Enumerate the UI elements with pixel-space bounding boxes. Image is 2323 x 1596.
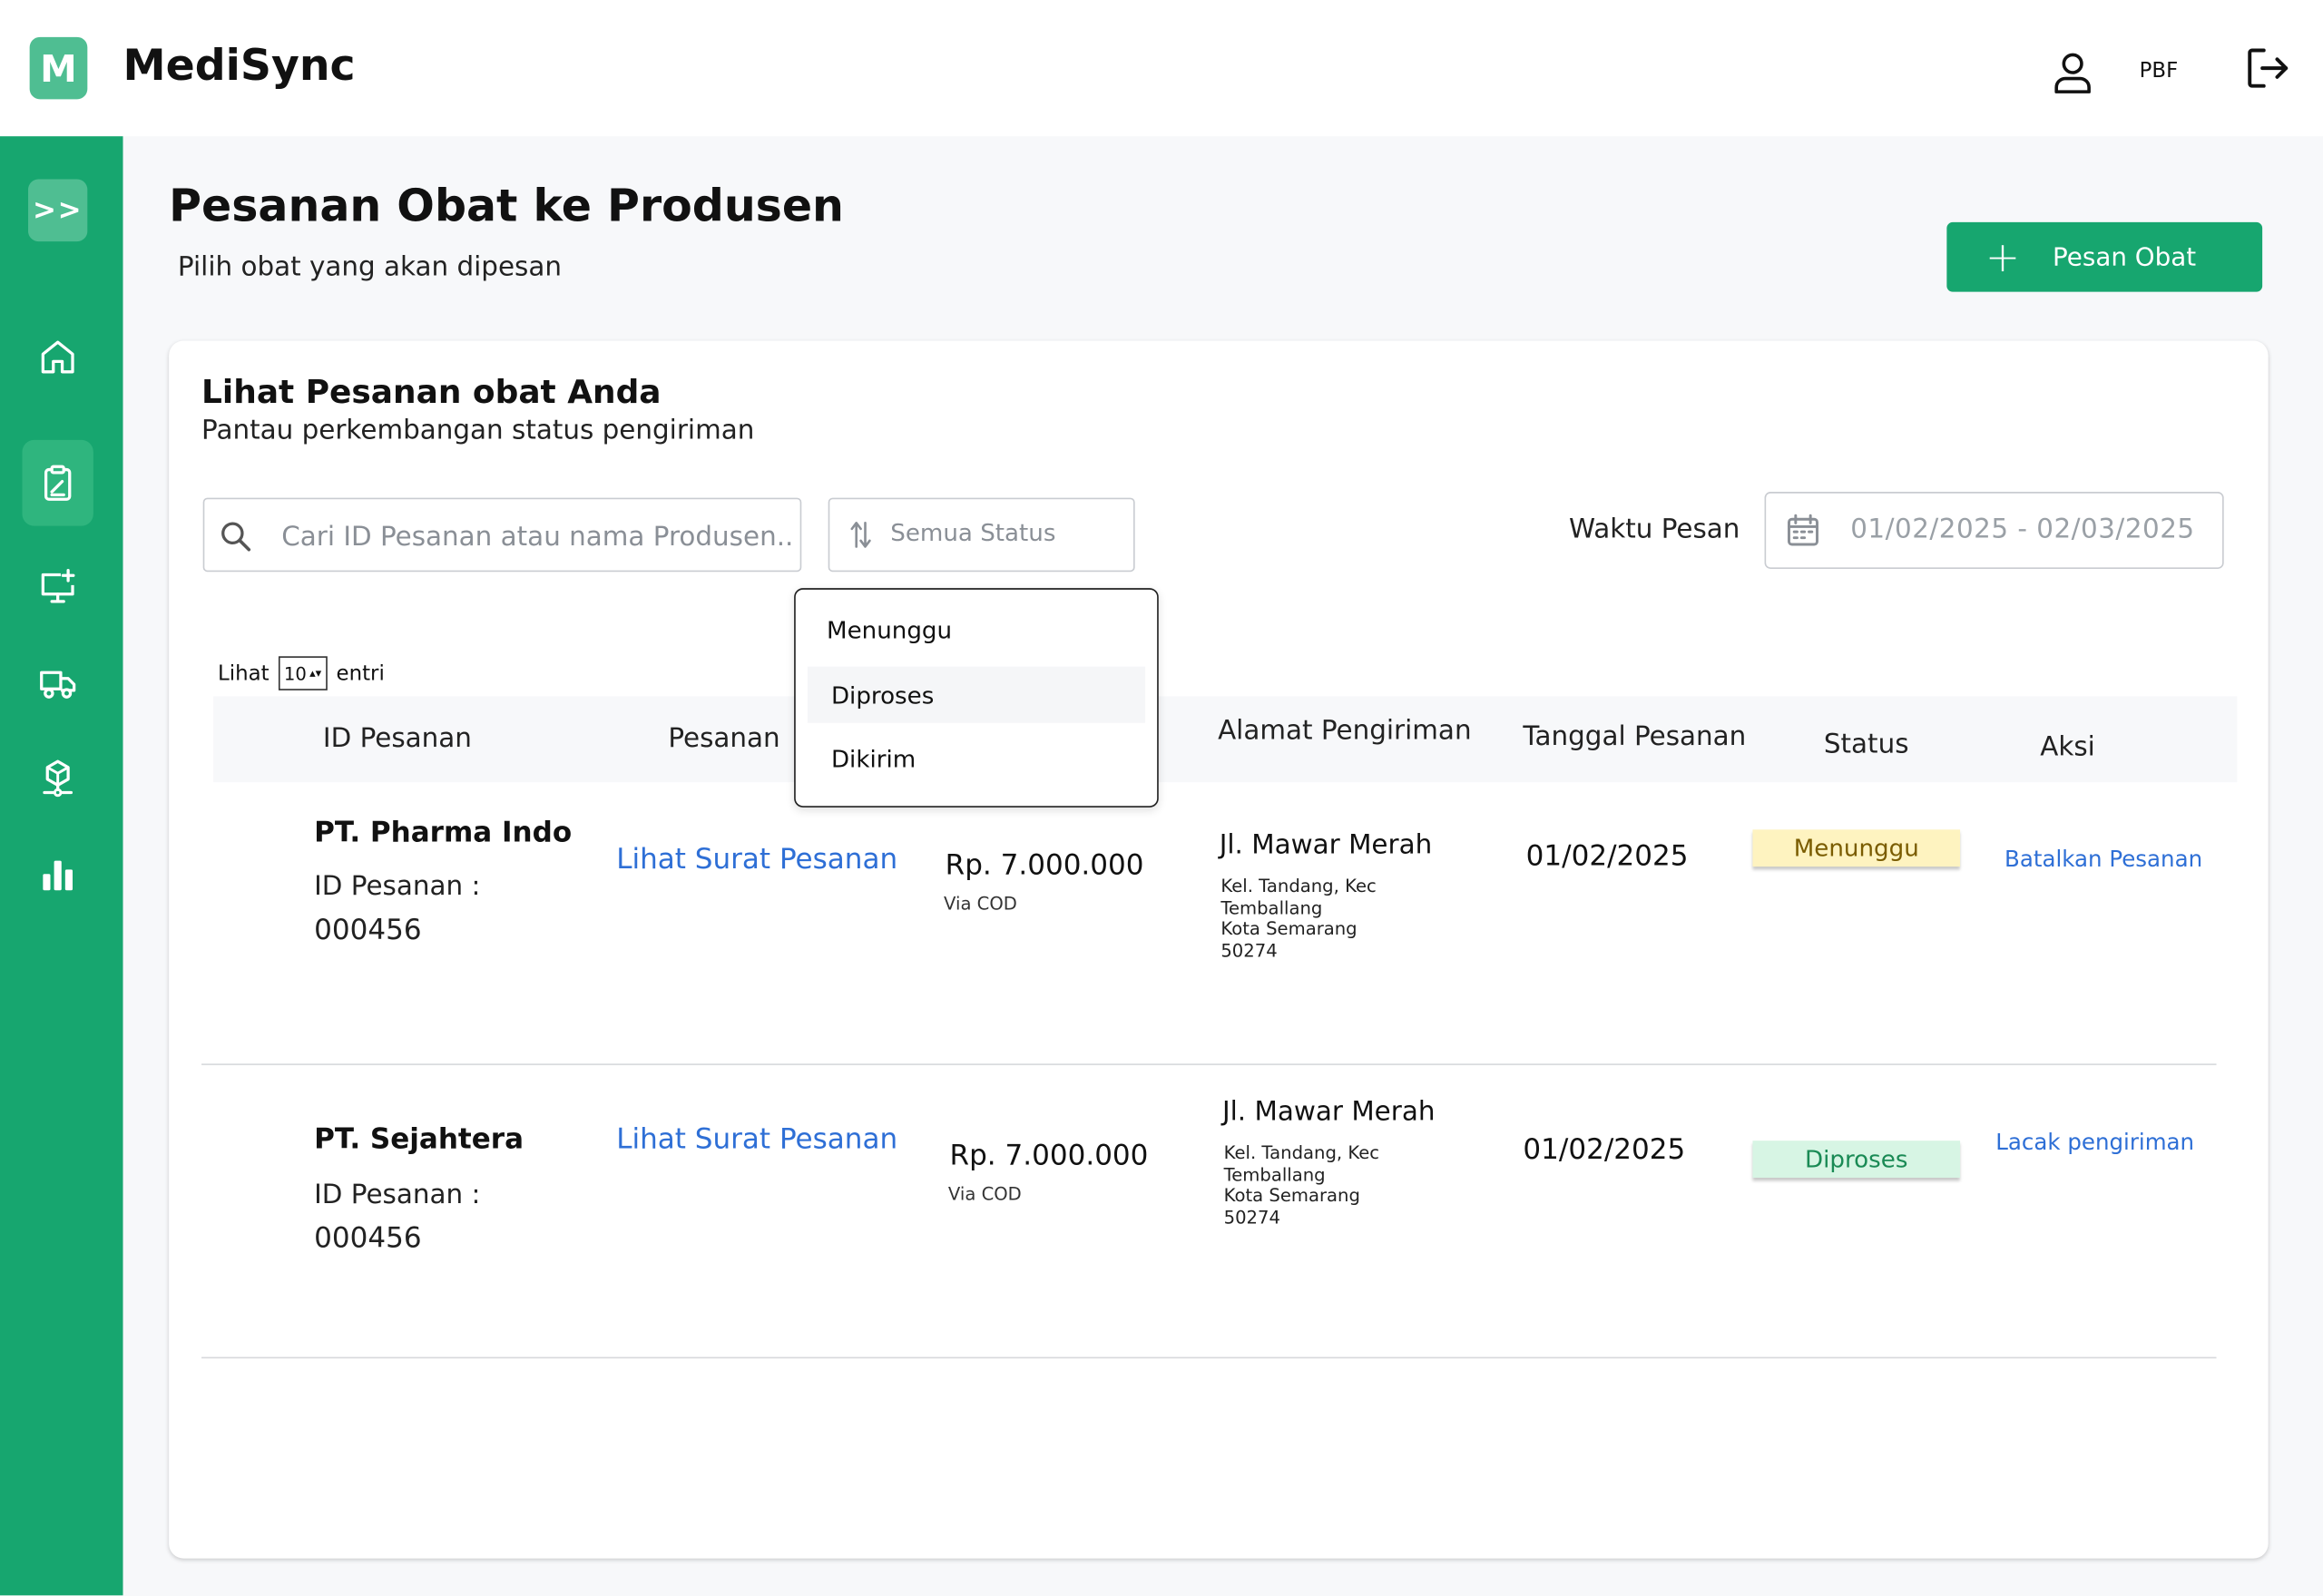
- header-address: Alamat Pengiriman: [1218, 715, 1472, 747]
- card-title: Lihat Pesanan obat Anda: [201, 375, 662, 412]
- header-status: Status: [1823, 729, 1909, 760]
- page: M MediSync PBF >> Pesanan Obat ke Produs…: [0, 0, 2323, 1596]
- entries-prefix: Lihat: [218, 661, 270, 686]
- page-title: Pesanan Obat ke Produsen: [169, 181, 844, 233]
- date-range-picker[interactable]: 01/02/2025 - 02/03/2025: [1764, 492, 2224, 569]
- row-id-label: ID Pesanan :: [314, 871, 481, 903]
- row-address: Kel. Tandang, Kec Temballang Kota Semara…: [1224, 1142, 1379, 1229]
- row-price: Rp. 7.000.000: [945, 848, 1144, 882]
- truck-icon: [40, 671, 76, 699]
- row-street: Jl. Mawar Merah: [1219, 829, 1433, 861]
- app-name: MediSync: [123, 40, 356, 91]
- table-header: ID Pesanan Pesanan Alamat Pengiriman Tan…: [213, 696, 2238, 783]
- row-company: PT. Pharma Indo: [314, 816, 573, 849]
- sidebar-item-products[interactable]: [22, 735, 93, 821]
- entries-value: 10: [283, 662, 307, 684]
- status-filter-value: Semua Status: [890, 518, 1056, 547]
- sidebar-toggle-button[interactable]: >>: [28, 179, 88, 242]
- header-date: Tanggal Pesanan: [1523, 721, 1747, 753]
- clipboard-icon: [44, 465, 72, 501]
- order-medicine-button[interactable]: + Pesan Obat: [1946, 221, 2263, 292]
- monitor-plus-icon: [41, 568, 75, 603]
- user-icon[interactable]: [2053, 52, 2092, 93]
- row-id: 000456: [314, 1221, 422, 1255]
- address-line: Kota Semarang: [1220, 918, 1358, 940]
- calendar-icon: [1788, 514, 1818, 546]
- search-icon: [221, 522, 251, 552]
- row-price: Rp. 7.000.000: [949, 1139, 1149, 1172]
- date-range-value: 01/02/2025 - 02/03/2025: [1850, 514, 2195, 545]
- row-date: 01/02/2025: [1525, 839, 1689, 873]
- row-date: 01/02/2025: [1523, 1133, 1686, 1166]
- sidebar-item-orders[interactable]: [22, 439, 93, 526]
- row-divider: [201, 1356, 2217, 1359]
- status-badge: Diproses: [1752, 1141, 1961, 1178]
- date-range-label: Waktu Pesan: [1569, 514, 1740, 545]
- sidebar: >>: [0, 136, 123, 1596]
- address-line: Kel. Tandang, Kec: [1220, 875, 1377, 896]
- row-company: PT. Sejahtera: [314, 1122, 524, 1156]
- sidebar-item-reports[interactable]: [22, 831, 93, 917]
- logout-icon[interactable]: [2246, 46, 2290, 91]
- entries-select[interactable]: 10 ▴▾: [278, 656, 328, 690]
- card-subtitle: Pantau perkembangan status pengiriman: [201, 415, 755, 446]
- row-id-label: ID Pesanan :: [314, 1179, 481, 1210]
- header-order: Pesanan: [668, 722, 780, 755]
- entries-control: Lihat 10 ▴▾ entri: [218, 656, 385, 690]
- app-logo: M: [29, 36, 88, 100]
- top-bar: M MediSync PBF: [0, 0, 2323, 137]
- sidebar-item-home[interactable]: [22, 314, 93, 400]
- row-order-link[interactable]: Lihat Surat Pesanan: [616, 843, 897, 876]
- page-subtitle: Pilih obat yang akan dipesan: [177, 251, 562, 283]
- address-line: 50274: [1220, 940, 1278, 962]
- status-option-diproses[interactable]: Diproses: [807, 666, 1146, 723]
- entries-suffix: entri: [336, 661, 385, 686]
- status-option-dikirim[interactable]: Dikirim: [808, 730, 1145, 787]
- row-id: 000456: [314, 914, 422, 947]
- plus-icon: +: [1985, 231, 2021, 281]
- row-payment: Via COD: [947, 1183, 1022, 1205]
- search-input[interactable]: [278, 514, 796, 559]
- sidebar-item-monitor-add[interactable]: [22, 543, 93, 630]
- header-action: Aksi: [2040, 731, 2095, 763]
- status-filter-select[interactable]: Semua Status: [828, 497, 1135, 573]
- row-street: Jl. Mawar Merah: [1221, 1096, 1436, 1128]
- track-shipment-link[interactable]: Lacak pengiriman: [1995, 1129, 2194, 1155]
- address-line: Kel. Tandang, Kec: [1223, 1141, 1380, 1163]
- order-medicine-label: Pesan Obat: [2053, 241, 2197, 272]
- box-network-icon: [43, 759, 74, 798]
- row-payment: Via COD: [944, 893, 1017, 915]
- orders-card: Lihat Pesanan obat Anda Pantau perkemban…: [169, 340, 2269, 1559]
- address-line: Temballang: [1220, 896, 1323, 918]
- sort-icon: [850, 522, 871, 548]
- row-address: Kel. Tandang, Kec Temballang Kota Semara…: [1220, 876, 1376, 963]
- user-role: PBF: [2139, 59, 2179, 83]
- bar-chart-icon: [43, 860, 74, 891]
- home-icon: [41, 340, 74, 374]
- sidebar-item-delivery[interactable]: [22, 640, 93, 726]
- status-option-menunggu[interactable]: Menunggu: [808, 602, 1145, 658]
- header-id: ID Pesanan: [322, 722, 472, 755]
- status-dropdown-menu: Menunggu Diproses Dikirim: [794, 588, 1159, 808]
- status-badge: Menunggu: [1752, 829, 1961, 867]
- search-field[interactable]: [202, 497, 802, 573]
- address-line: 50274: [1223, 1207, 1280, 1229]
- row-divider: [201, 1063, 2217, 1065]
- cancel-order-link[interactable]: Batalkan Pesanan: [2004, 846, 2202, 872]
- row-order-link[interactable]: Lihat Surat Pesanan: [616, 1123, 897, 1156]
- select-arrows-icon: ▴▾: [309, 666, 322, 681]
- address-line: Kota Semarang: [1223, 1185, 1360, 1207]
- address-line: Temballang: [1223, 1163, 1326, 1185]
